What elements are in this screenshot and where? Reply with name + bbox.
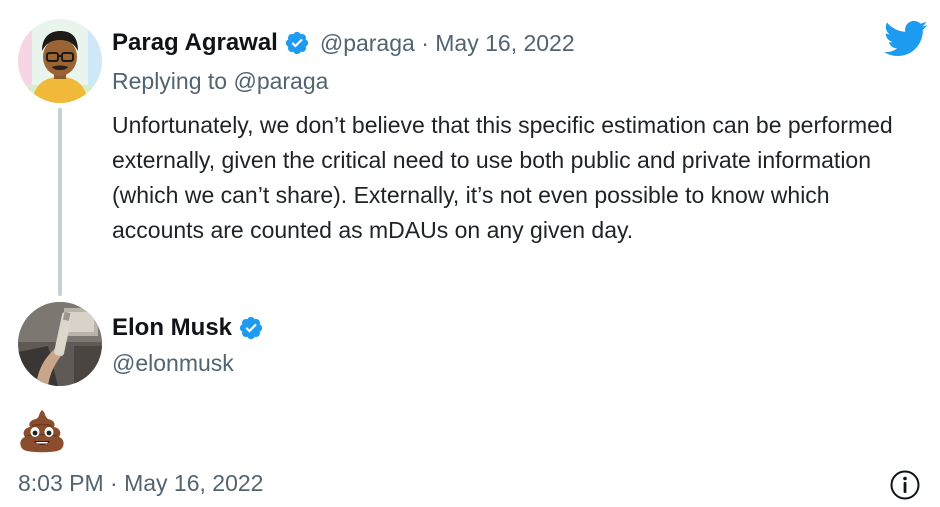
reply-author-handle[interactable]: @elonmusk [112,350,234,377]
twitter-bird-icon[interactable] [884,20,928,58]
parent-tweet-header: Parag Agrawal @paraga · May 16, 2022 [112,26,575,60]
reply-timestamp[interactable]: 8:03 PM · May 16, 2022 [18,470,263,497]
replying-to-handle[interactable]: @paraga [233,68,328,94]
replying-to-line: Replying to @paraga [112,68,328,95]
parent-handle[interactable]: @paraga [320,30,415,56]
parag-avatar[interactable] [18,19,102,103]
verified-badge-icon [238,315,264,341]
elon-avatar[interactable] [18,302,102,386]
replying-prefix: Replying to [112,68,228,94]
pile-of-poo-emoji [18,408,66,454]
parent-tweet-text: Unfortunately, we don’t believe that thi… [112,112,893,243]
parent-date[interactable]: May 16, 2022 [435,30,574,56]
meta-separator: · [421,29,429,56]
reply-author-name[interactable]: Elon Musk [112,314,232,342]
info-icon[interactable] [889,469,921,501]
verified-badge-icon [284,30,310,56]
parent-author-name[interactable]: Parag Agrawal [112,29,278,57]
thread-connector-line [58,108,62,296]
reply-author-line: Elon Musk [112,310,264,346]
